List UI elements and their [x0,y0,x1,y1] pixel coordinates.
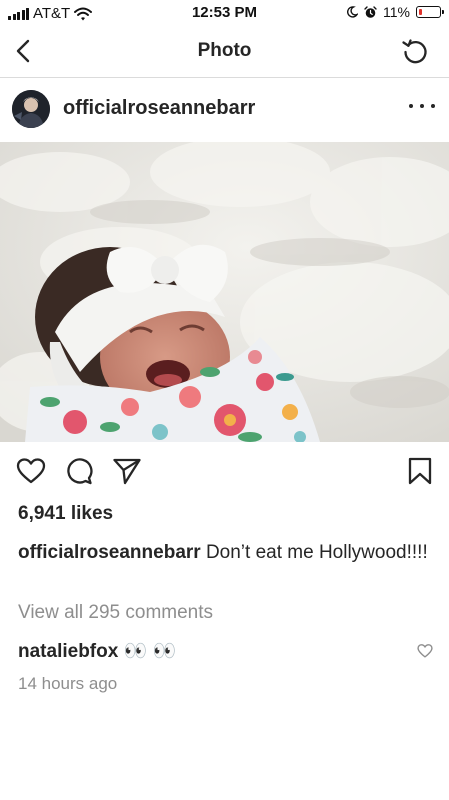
heart-icon [16,458,46,484]
caption-username[interactable]: officialroseannebarr [18,542,201,563]
more-options-button[interactable] [409,98,435,114]
status-bar: AT&T 12:53 PM 11% [0,0,449,26]
post-timestamp: 14 hours ago [18,674,118,693]
view-all-comments-link[interactable]: View all 295 comments [18,602,213,624]
comment-icon [67,458,93,485]
refresh-button[interactable] [399,36,431,68]
page-title: Photo [197,40,252,61]
post-username[interactable]: officialroseannebarr [63,97,255,120]
baby-photo-image [0,142,449,442]
action-bar [0,450,449,490]
battery-icon [416,6,444,18]
comment-username[interactable]: nataliebfox [18,641,118,662]
battery-percent: 11% [383,4,410,20]
heart-icon [417,644,433,658]
post-photo[interactable] [0,142,449,442]
avatar-image [12,90,50,128]
likes-count[interactable]: 6,941 likes [18,503,113,525]
comment-button[interactable] [64,456,94,486]
post-caption: officialroseannebarr Don’t eat me Hollyw… [18,539,438,567]
more-horizontal-icon [409,104,413,108]
comment-like-button[interactable] [417,643,433,659]
like-button[interactable] [16,456,46,486]
save-button[interactable] [405,456,435,486]
status-right: 11% [346,4,444,20]
nav-bar: Photo [0,26,449,78]
alarm-icon [364,5,377,18]
avatar[interactable] [12,90,50,128]
comment-text: 👀 👀 [123,641,177,662]
refresh-icon [402,39,427,64]
comment-item: nataliebfox 👀 👀 [18,639,176,663]
post-header: officialroseannebarr [0,80,449,140]
share-button[interactable] [112,456,142,486]
caption-text: Don’t eat me Hollywood!!!! [205,542,428,563]
back-button[interactable] [10,36,40,66]
bookmark-icon [408,457,432,485]
moon-icon [347,6,359,18]
chevron-left-icon [16,39,30,63]
paper-plane-icon [113,458,141,485]
